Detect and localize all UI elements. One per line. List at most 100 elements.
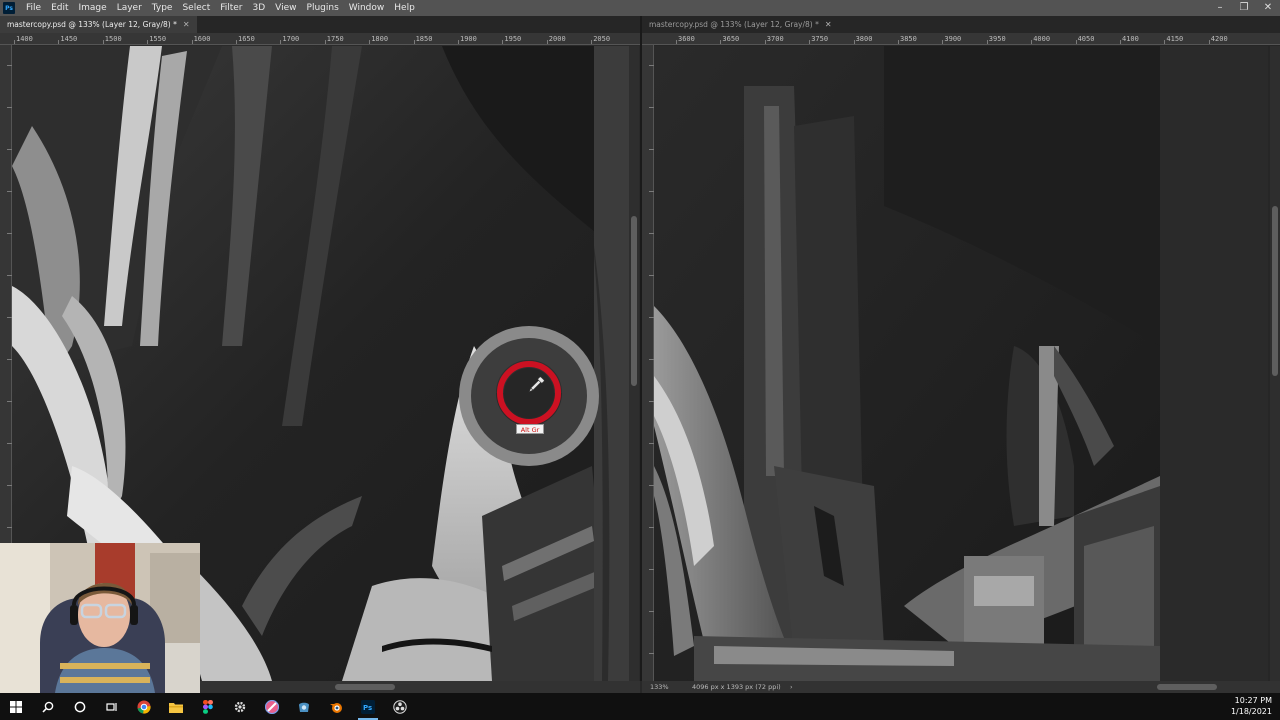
ruler-tick-label: 4000 bbox=[1033, 35, 1051, 43]
horizontal-ruler[interactable]: 1400 1450 1500 1550 1600 1650 1700 1750 1800 1850… bbox=[0, 33, 640, 45]
obs-icon[interactable] bbox=[384, 693, 416, 720]
streamer-webcam-feed bbox=[0, 543, 200, 693]
figma-icon[interactable] bbox=[192, 693, 224, 720]
ruler-tick-mark bbox=[1031, 40, 1033, 44]
menu-item-3d[interactable]: 3D bbox=[248, 0, 271, 16]
ruler-tick-label: 2050 bbox=[593, 35, 611, 43]
ruler-tick-label: 1900 bbox=[460, 35, 477, 43]
ruler-tick-mark bbox=[809, 40, 811, 44]
scrollbar-thumb[interactable] bbox=[1272, 206, 1278, 376]
ruler-tick-mark bbox=[546, 40, 548, 44]
ruler-tick-mark bbox=[942, 40, 944, 44]
menu-item-filter[interactable]: Filter bbox=[215, 0, 247, 16]
ruler-tick-label: 3900 bbox=[944, 35, 962, 43]
menu-item-window[interactable]: Window bbox=[344, 0, 390, 16]
ruler-tick-label: 1850 bbox=[415, 35, 433, 43]
ruler-tick-label: 1750 bbox=[326, 35, 344, 43]
ruler-tick-label: 4150 bbox=[1166, 35, 1184, 43]
ruler-tick-mark bbox=[324, 40, 326, 44]
window-controls: – ❐ ✕ bbox=[1208, 0, 1280, 16]
close-icon[interactable]: ✕ bbox=[1256, 0, 1280, 16]
ruler-tick-label: 1550 bbox=[149, 35, 167, 43]
scrollbar-thumb[interactable] bbox=[631, 216, 637, 386]
svg-text:Ps: Ps bbox=[363, 704, 372, 712]
vertical-ruler[interactable] bbox=[642, 45, 654, 681]
settings-icon[interactable] bbox=[224, 693, 256, 720]
ruler-tick-label: 1450 bbox=[60, 35, 78, 43]
ruler-tick-label: 1650 bbox=[238, 35, 255, 43]
color-picker-ring bbox=[459, 326, 599, 466]
search-icon[interactable] bbox=[32, 693, 64, 720]
ruler-tick-mark bbox=[898, 40, 899, 44]
ruler-tick-label: 3750 bbox=[811, 35, 829, 43]
cortana-icon[interactable] bbox=[64, 693, 96, 720]
chrome-icon[interactable] bbox=[128, 693, 160, 720]
ruler-tick-label: 1400 bbox=[16, 35, 33, 43]
horizontal-ruler[interactable]: 3600 3650 3700 3750 3800 3850 3900 3950 4000 4050… bbox=[642, 33, 1280, 45]
menu-item-file[interactable]: File bbox=[21, 0, 46, 16]
zoom-level[interactable]: 133% bbox=[650, 681, 669, 693]
ruler-tick-mark bbox=[986, 40, 988, 44]
document-tab-title: mastercopy.psd @ 133% (Layer 12, Gray/8)… bbox=[649, 20, 819, 29]
status-bar-right: 133% 4096 px x 1393 px (72 ppi) › bbox=[642, 681, 1280, 693]
menu-items: File Edit Image Layer Type Select Filter 3D View… bbox=[21, 0, 420, 16]
system-clock[interactable]: 10:27 PM 1/18/2021 bbox=[1231, 695, 1272, 717]
ruler-tick-mark bbox=[502, 40, 504, 44]
menu-item-select[interactable]: Select bbox=[177, 0, 215, 16]
document-tab-left[interactable]: mastercopy.psd @ 133% (Layer 12, Gray/8)… bbox=[0, 16, 197, 33]
ruler-tick-label: 3800 bbox=[855, 35, 873, 43]
status-menu-arrow-icon[interactable]: › bbox=[790, 681, 793, 693]
photoshop-logo-icon[interactable]: Ps bbox=[3, 2, 15, 14]
ruler-tick-label: 1500 bbox=[104, 35, 122, 43]
blender-icon[interactable] bbox=[320, 693, 352, 720]
windows-taskbar: Ps 10:27 PM 1/18/2021 bbox=[0, 693, 1280, 720]
menu-item-view[interactable]: View bbox=[270, 0, 301, 16]
ruler-tick-mark bbox=[458, 40, 459, 44]
reference-image-canvas[interactable] bbox=[654, 46, 1160, 681]
menu-item-image[interactable]: Image bbox=[74, 0, 112, 16]
menu-item-edit[interactable]: Edit bbox=[46, 0, 73, 16]
horizontal-scrollbar-thumb[interactable] bbox=[1157, 684, 1217, 690]
ruler-tick-mark bbox=[1075, 40, 1077, 44]
tab-close-icon[interactable]: ✕ bbox=[183, 16, 190, 33]
document-tab-right[interactable]: mastercopy.psd @ 133% (Layer 12, Gray/8)… bbox=[642, 16, 839, 33]
restore-icon[interactable]: ❐ bbox=[1232, 0, 1256, 16]
ruler-tick-label: 3600 bbox=[678, 35, 695, 43]
vertical-scrollbar[interactable] bbox=[1270, 46, 1280, 681]
ruler-tick-label: 3850 bbox=[900, 35, 917, 43]
ruler-tick-label: 3950 bbox=[988, 35, 1006, 43]
gothic-architecture-reference bbox=[654, 46, 1160, 681]
document-pane-right: mastercopy.psd @ 133% (Layer 12, Gray/8)… bbox=[642, 16, 1280, 681]
menu-item-help[interactable]: Help bbox=[389, 0, 420, 16]
ruler-tick-label: 3650 bbox=[722, 35, 740, 43]
ruler-tick-label: 4100 bbox=[1122, 35, 1139, 43]
clock-time: 10:27 PM bbox=[1234, 696, 1272, 705]
ruler-tick-label: 3700 bbox=[766, 35, 784, 43]
ruler-tick-label: 2000 bbox=[548, 35, 566, 43]
menu-item-plugins[interactable]: Plugins bbox=[302, 0, 344, 16]
photoshop-icon[interactable]: Ps bbox=[352, 693, 384, 720]
vertical-scrollbar[interactable] bbox=[629, 46, 639, 681]
horizontal-scrollbar-thumb[interactable] bbox=[335, 684, 395, 690]
task-view-icon[interactable] bbox=[96, 693, 128, 720]
ruler-tick-mark bbox=[191, 40, 193, 44]
menu-item-layer[interactable]: Layer bbox=[112, 0, 147, 16]
pasteboard bbox=[1160, 46, 1268, 681]
document-size: 4096 px x 1393 px (72 ppi) bbox=[692, 683, 781, 691]
clock-date: 1/18/2021 bbox=[1230, 707, 1272, 716]
menu-item-type[interactable]: Type bbox=[147, 0, 178, 16]
krita-icon[interactable] bbox=[256, 693, 288, 720]
file-explorer-icon[interactable] bbox=[160, 693, 192, 720]
app-icon[interactable] bbox=[288, 693, 320, 720]
minimize-icon[interactable]: – bbox=[1208, 0, 1232, 16]
ruler-tick-mark bbox=[591, 40, 593, 44]
color-picker-hud[interactable] bbox=[458, 325, 600, 467]
ruler-tick-mark bbox=[236, 40, 237, 44]
ruler-tick-mark bbox=[14, 40, 15, 44]
windows-start-icon[interactable] bbox=[0, 693, 32, 720]
ruler-tick-label: 1600 bbox=[193, 35, 211, 43]
ruler-tick-mark bbox=[676, 40, 677, 44]
menu-bar: Ps File Edit Image Layer Type Select Filter 3D V… bbox=[0, 0, 1280, 16]
tab-close-icon[interactable]: ✕ bbox=[825, 16, 832, 33]
ruler-tick-label: 1700 bbox=[282, 35, 300, 43]
